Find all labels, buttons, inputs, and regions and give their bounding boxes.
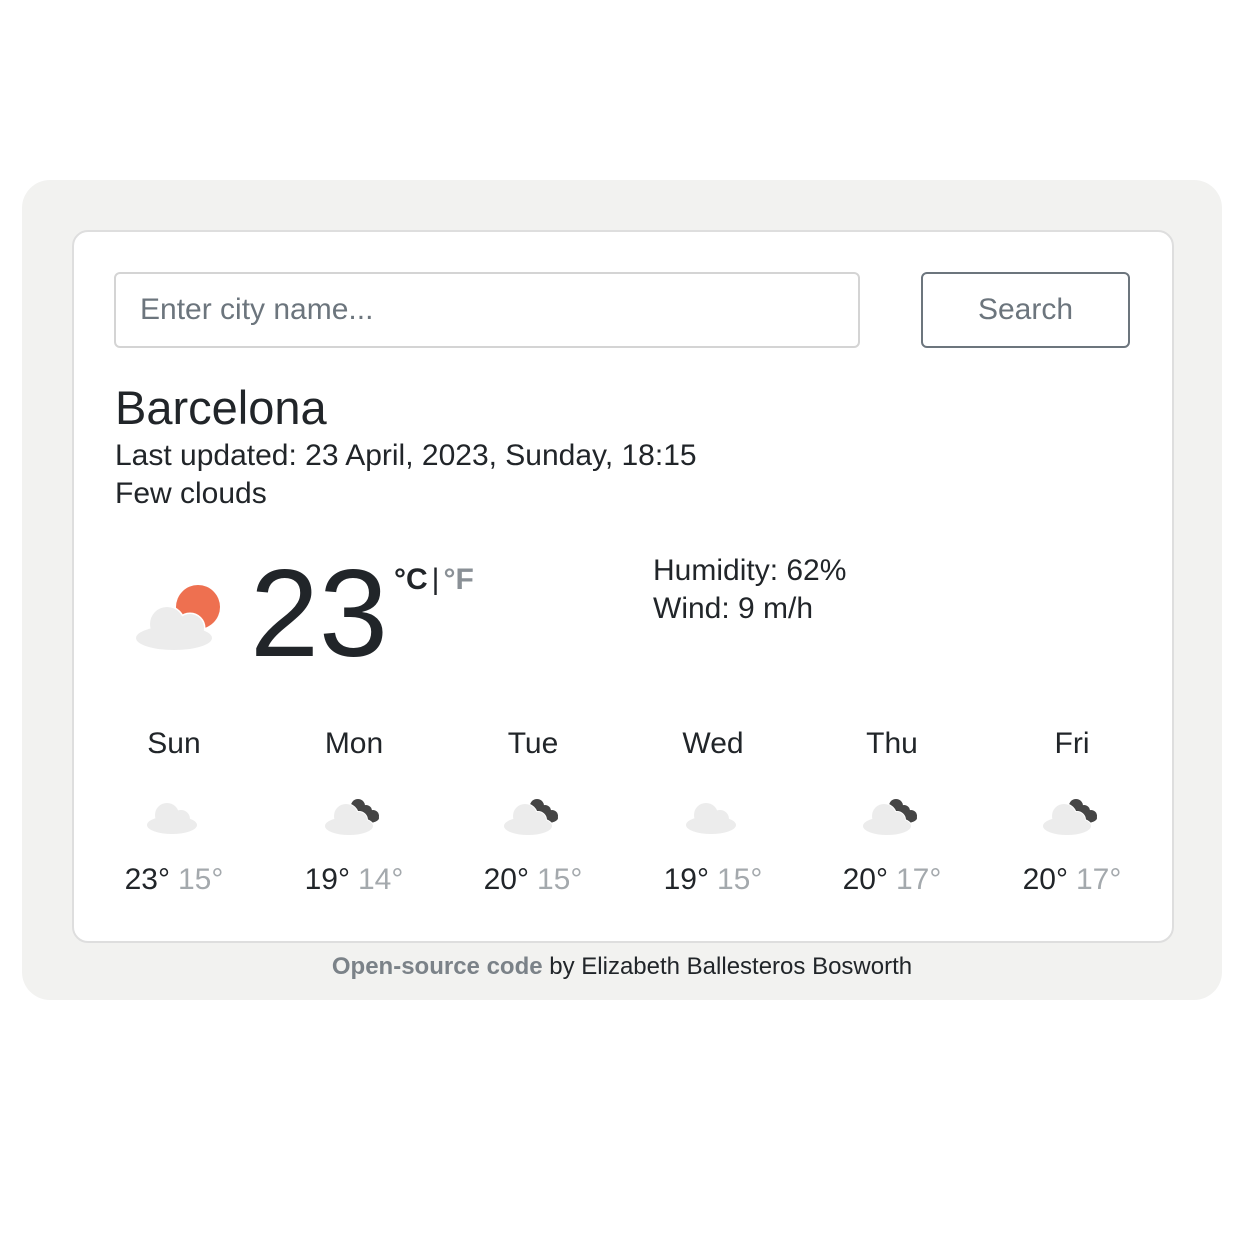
- forecast-day: Mon 19° 14°: [264, 722, 444, 900]
- forecast-max-temp: 20°: [842, 863, 888, 896]
- forecast-temps: 20° 15°: [443, 860, 623, 900]
- cloud-icon: [686, 803, 736, 834]
- city-name: Barcelona: [115, 381, 327, 434]
- wind: Wind: 9 m/h: [653, 592, 814, 625]
- forecast-day-name: Fri: [1054, 727, 1090, 760]
- forecast-max-temp: 20°: [483, 863, 529, 896]
- forecast-temps: 19° 14°: [264, 860, 444, 900]
- forecast-temps: 19° 15°: [623, 860, 803, 900]
- broken-clouds-icon: [862, 799, 917, 836]
- forecast-min-temp: 14°: [358, 863, 404, 896]
- celsius-unit: °C: [394, 563, 428, 596]
- forecast-max-temp: 23°: [124, 863, 170, 896]
- forecast-day-name: Wed: [682, 727, 744, 760]
- forecast-day: Tue 20° 15°: [443, 722, 623, 900]
- weather-card: Search Barcelona Last updated: 23 April,…: [72, 230, 1174, 943]
- forecast-temps: 20° 17°: [982, 860, 1162, 900]
- forecast-day-name: Thu: [866, 727, 918, 760]
- unit-separator: |: [431, 563, 440, 596]
- open-source-link[interactable]: Open-source code: [332, 953, 543, 980]
- broken-clouds-icon: [503, 799, 558, 836]
- forecast-temps: 23° 15°: [84, 860, 264, 900]
- forecast-day-name: Sun: [147, 727, 201, 760]
- footer-credit: Open-source code by Elizabeth Ballestero…: [22, 952, 1222, 982]
- forecast-day: Thu 20° 17°: [802, 722, 982, 900]
- forecast-min-temp: 17°: [896, 863, 942, 896]
- app-container: Search Barcelona Last updated: 23 April,…: [22, 180, 1222, 1000]
- forecast-min-temp: 15°: [178, 863, 224, 896]
- forecast-min-temp: 15°: [537, 863, 583, 896]
- forecast-min-temp: 15°: [717, 863, 763, 896]
- forecast-row: Sun 23° 15° Mon 19° 14° Tue 20° 15° Wed …: [84, 722, 1164, 902]
- unit-toggle: °C | °F: [394, 562, 474, 598]
- few-clouds-day-icon: [134, 585, 220, 652]
- forecast-temps: 20° 17°: [802, 860, 982, 900]
- humidity: Humidity: 62%: [653, 554, 847, 587]
- forecast-day: Wed 19° 15°: [623, 722, 803, 900]
- footer-author: by Elizabeth Ballesteros Bosworth: [542, 953, 913, 980]
- broken-clouds-icon: [1042, 799, 1097, 836]
- weather-description: Few clouds: [115, 477, 267, 510]
- forecast-day-name: Tue: [507, 727, 559, 760]
- city-search-input[interactable]: [114, 272, 860, 348]
- fahrenheit-link[interactable]: °F: [443, 563, 473, 596]
- last-updated: Last updated: 23 April, 2023, Sunday, 18…: [115, 439, 697, 472]
- forecast-day: Fri 20° 17°: [982, 722, 1162, 900]
- forecast-max-temp: 19°: [663, 863, 709, 896]
- cloud-icon: [147, 803, 197, 834]
- forecast-day-name: Mon: [324, 727, 384, 760]
- search-button[interactable]: Search: [921, 272, 1130, 348]
- broken-clouds-icon: [324, 799, 379, 836]
- forecast-day: Sun 23° 15°: [84, 722, 264, 900]
- current-temperature: 23: [250, 545, 388, 683]
- forecast-min-temp: 17°: [1076, 863, 1122, 896]
- forecast-max-temp: 20°: [1022, 863, 1068, 896]
- forecast-max-temp: 19°: [304, 863, 350, 896]
